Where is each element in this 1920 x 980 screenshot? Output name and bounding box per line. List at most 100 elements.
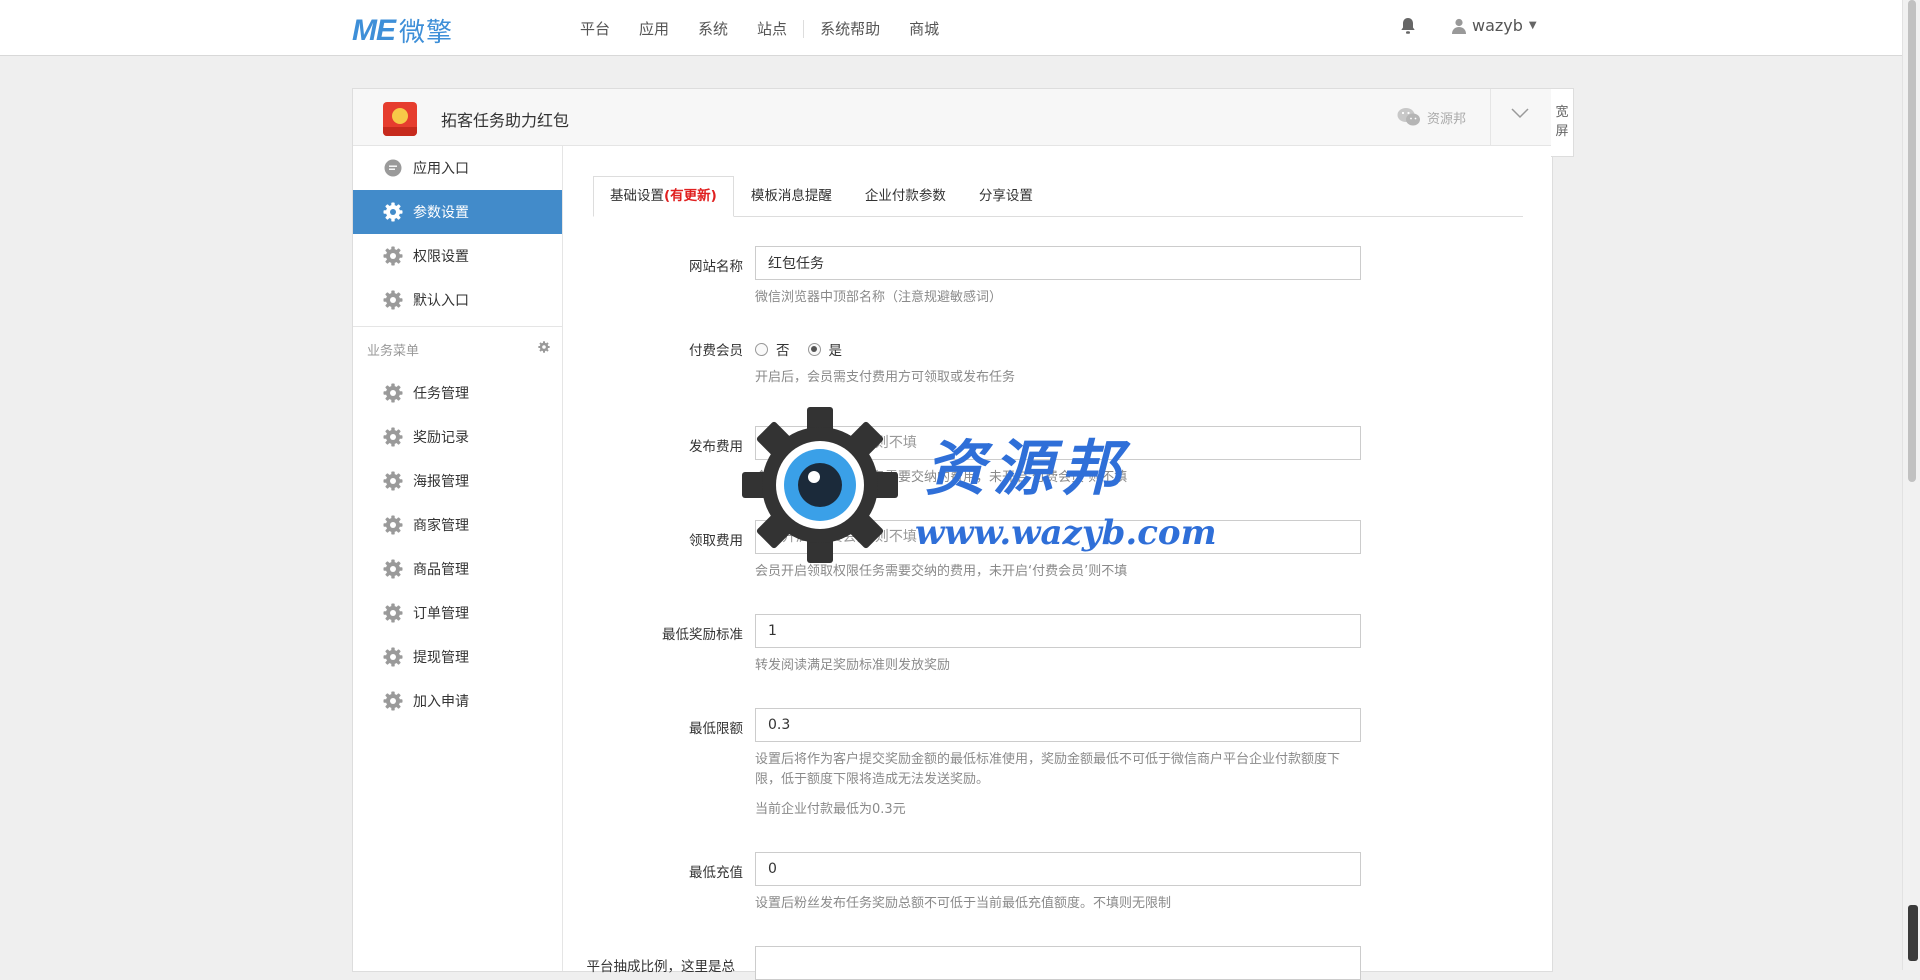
wide-screen-button[interactable]: 宽屏 [1551,88,1574,157]
bell-icon[interactable] [1400,17,1416,35]
sidebar-item-task-mgmt[interactable]: 任务管理 [353,371,562,415]
top-navbar: ME 微擎 平台 应用 系统 站点 系统帮助 商城 wazyb ▼ [0,0,1902,56]
tab-label: 基础设置 [610,188,664,204]
sidebar-item-label: 订单管理 [413,606,469,622]
header-divider [1490,89,1491,145]
min-reward-help: 转发阅读满足奖励标准则发放奖励 [755,658,951,673]
site-name-input[interactable] [755,246,1361,280]
update-badge: (有更新) [664,188,717,204]
radio-label: 是 [828,343,843,359]
nav-divider [803,19,805,38]
main-panel: 拓客任务助力红包 资源邦 应用入口 参数设置 权限设置 默认入口 业务菜单 任务… [352,88,1553,980]
scrollbar-thumb[interactable] [1908,0,1916,482]
tab-basic-settings[interactable]: 基础设置(有更新) [593,176,734,217]
nav-apps[interactable]: 应用 [639,18,669,39]
sidebar: 应用入口 参数设置 权限设置 默认入口 业务菜单 任务管理 奖励记录 海报管理 … [353,146,563,971]
sidebar-item-merchant-mgmt[interactable]: 商家管理 [353,503,562,547]
settings-small-icon[interactable] [538,341,550,357]
settings-tabs: 基础设置(有更新) 模板消息提醒 企业付款参数 分享设置 [593,176,1523,217]
site-name-label: 网站名称 [689,259,743,275]
sidebar-group-business: 业务菜单 [353,326,562,371]
radio-dot-selected [807,342,821,356]
sidebar-item-label: 商家管理 [413,518,469,534]
sidebar-item-withdraw-mgmt[interactable]: 提现管理 [353,635,562,679]
paid-member-help: 开启后，会员需支付费用方可领取或发布任务 [755,370,1016,385]
min-reward-label: 最低奖励标准 [662,627,743,643]
page-scrollbar[interactable] [1902,0,1920,970]
chevron-down-icon[interactable] [1511,107,1529,123]
wechat-icon [1397,108,1420,126]
sidebar-item-label: 应用入口 [413,161,469,177]
paid-member-yes-radio[interactable]: 是 [807,339,843,359]
tab-share-settings[interactable]: 分享设置 [963,176,1049,216]
sidebar-item-order-mgmt[interactable]: 订单管理 [353,591,562,635]
nav-platform[interactable]: 平台 [580,18,610,39]
nav-help[interactable]: 系统帮助 [820,18,880,39]
paid-member-label: 付费会员 [689,343,743,359]
min-recharge-label: 最低充值 [689,865,743,881]
sidebar-item-label: 提现管理 [413,650,469,666]
sidebar-item-label: 加入申请 [413,694,469,710]
username: wazyb [1472,16,1523,35]
gear-icon [383,691,403,711]
gear-icon [383,471,403,491]
sidebar-item-label: 商品管理 [413,562,469,578]
brand-latin: ME [352,13,396,47]
receive-fee-help: 会员开启领取权限任务需要交纳的费用，未开启‘付费会员’则不填 [755,564,1128,579]
min-recharge-help: 设置后粉丝发布任务奖励总额不可低于当前最低充值额度。不填则无限制 [755,896,1172,911]
app-title: 拓客任务助力红包 [441,111,570,130]
min-limit-current: 当前企业付款最低为0.3元 [755,802,906,817]
user-menu[interactable]: wazyb ▼ [1452,16,1537,35]
app-icon [383,102,417,136]
sidebar-item-permissions[interactable]: 权限设置 [353,234,562,278]
gear-icon [383,202,403,222]
main-nav: 平台 应用 系统 站点 系统帮助 商城 [580,18,968,39]
radio-label: 否 [776,343,790,359]
gear-icon [383,647,403,667]
publish-fee-label: 发布费用 [689,439,743,455]
min-limit-input[interactable] [755,708,1361,742]
sidebar-item-app-entry[interactable]: 应用入口 [353,146,562,190]
min-recharge-input[interactable] [755,852,1361,886]
paid-member-no-radio[interactable]: 否 [755,339,790,359]
receive-fee-input[interactable] [755,520,1361,554]
platform-ratio-input[interactable] [755,946,1361,980]
nav-site[interactable]: 站点 [757,18,787,39]
brand-logo[interactable]: ME 微擎 [352,12,453,49]
gear-icon [383,246,403,266]
min-reward-input[interactable] [755,614,1361,648]
sidebar-item-label: 权限设置 [413,249,469,265]
sidebar-group-title: 业务菜单 [367,343,420,359]
min-limit-label: 最低限额 [689,721,743,737]
panel-header: 拓客任务助力红包 资源邦 [353,89,1552,146]
gear-icon [383,603,403,623]
publish-fee-input[interactable] [755,426,1361,460]
sidebar-item-poster-mgmt[interactable]: 海报管理 [353,459,562,503]
gear-icon [383,290,403,310]
receive-fee-label: 领取费用 [689,533,743,549]
tab-enterprise-payment[interactable]: 企业付款参数 [849,176,962,216]
sidebar-item-label: 任务管理 [413,386,469,402]
brand-cn: 微擎 [399,18,454,48]
sidebar-item-label: 参数设置 [413,205,469,221]
nav-system[interactable]: 系统 [698,18,728,39]
gear-icon [383,559,403,579]
publish-fee-help: 会员开启发布权限任务需要交纳的费用，未开启‘付费会员’则不填 [755,470,1128,485]
gear-icon [383,383,403,403]
sidebar-item-join-requests[interactable]: 加入申请 [353,679,562,723]
paid-member-radios: 否 是 [755,339,860,359]
nav-store[interactable]: 商城 [909,18,939,39]
sidebar-item-reward-records[interactable]: 奖励记录 [353,415,562,459]
tab-template-messages[interactable]: 模板消息提醒 [735,176,848,216]
chevron-down-icon: ▼ [1528,20,1537,31]
sidebar-item-label: 海报管理 [413,474,469,490]
wide-screen-label: 宽屏 [1555,105,1569,139]
chat-icon [383,158,403,178]
sidebar-item-label: 奖励记录 [413,430,469,446]
sidebar-item-product-mgmt[interactable]: 商品管理 [353,547,562,591]
system-tray-widget[interactable] [1908,905,1918,961]
sidebar-item-params[interactable]: 参数设置 [353,190,562,234]
sidebar-item-default-entry[interactable]: 默认入口 [353,278,562,322]
gear-icon [383,427,403,447]
wechat-account[interactable]: 资源邦 [1397,107,1466,127]
